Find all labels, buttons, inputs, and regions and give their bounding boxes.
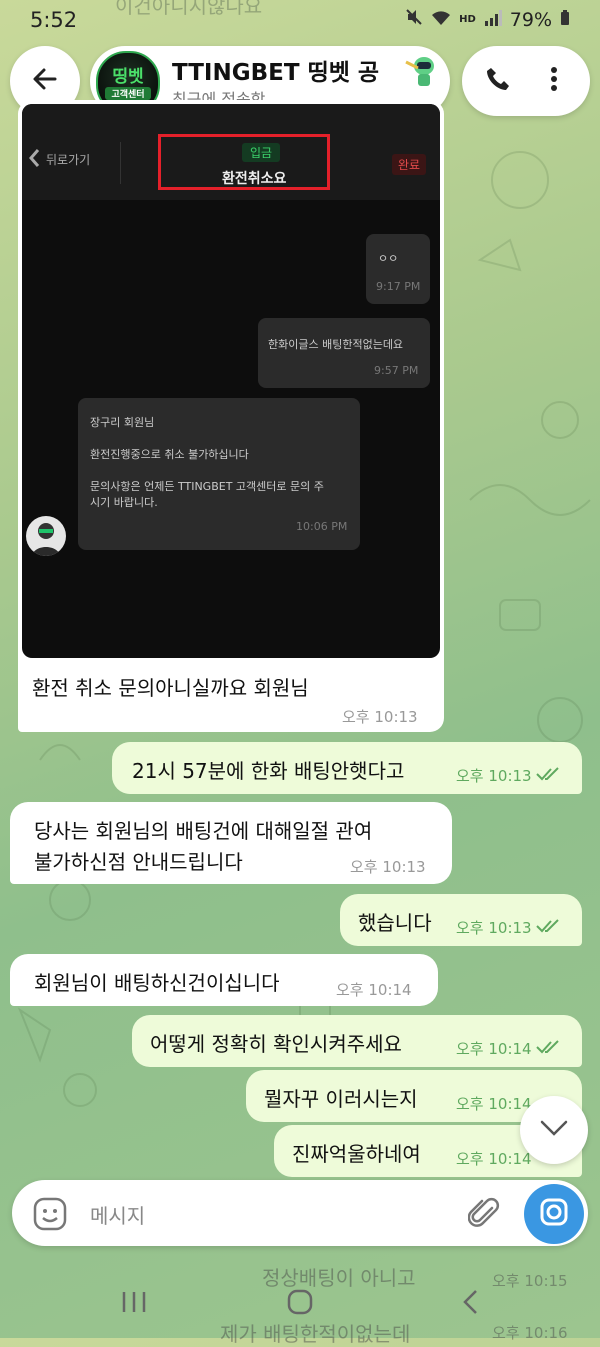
message-time: 오후 10:14 bbox=[456, 1040, 532, 1058]
message-input[interactable]: 메시지 bbox=[90, 1200, 145, 1229]
message-time: 오후 10:13 bbox=[342, 708, 418, 726]
outgoing-message[interactable]: 어떻게 정확히 확인시켜주세요 오후 10:14 bbox=[132, 1015, 582, 1067]
screenshot-bubble-3: 장구리 회원님 환전진행중으로 취소 불가하십니다 문의사항은 언제든 TTIN… bbox=[78, 398, 360, 550]
signal-icon bbox=[484, 9, 502, 31]
incoming-image-message[interactable]: 뒤로가기 입금 환전취소요 완료 ㅇㅇ 9:17 PM 한화이글스 배팅한적없는… bbox=[18, 100, 444, 732]
message-text: 뭘자꾸 이러시는지 bbox=[264, 1087, 418, 1111]
screenshot-bubble-2-time: 9:57 PM bbox=[374, 364, 419, 377]
system-nav-bar bbox=[0, 1280, 600, 1338]
avatar-logo-text: 띵벳 bbox=[112, 67, 144, 87]
outgoing-message[interactable]: 했습니다 오후 10:13 bbox=[340, 894, 582, 946]
more-vertical-icon bbox=[550, 66, 558, 96]
incoming-message[interactable]: 회원님이 배팅하신건이십니다 오후 10:14 bbox=[10, 954, 438, 1006]
message-meta: 오후 10:14 bbox=[456, 1038, 560, 1059]
message-text: 했습니다 bbox=[358, 911, 432, 935]
screenshot-bubble-3-time: 10:06 PM bbox=[296, 520, 348, 533]
screenshot-bubble-2: 한화이글스 배팅한적없는데요 9:57 PM bbox=[258, 318, 430, 388]
message-time: 오후 10:13 bbox=[456, 767, 532, 785]
screenshot-status-badge: 완료 bbox=[392, 154, 427, 175]
message-meta: 오후 10:13 bbox=[456, 917, 560, 938]
arrow-left-icon bbox=[31, 65, 59, 97]
sticker-icon[interactable] bbox=[32, 1196, 68, 1236]
screenshot-bubble-3-line1: 장구리 회원님 bbox=[90, 416, 155, 429]
outgoing-message[interactable]: 21시 57분에 한화 배팅안햇다고 오후 10:13 bbox=[112, 742, 582, 794]
message-time: 오후 10:13 bbox=[350, 858, 426, 876]
phone-icon bbox=[485, 66, 511, 96]
status-icons: HD 79% bbox=[405, 8, 570, 31]
home-icon[interactable] bbox=[286, 1288, 314, 1320]
recent-apps-icon[interactable] bbox=[120, 1290, 148, 1318]
chevron-down-icon bbox=[540, 1120, 568, 1140]
double-check-icon bbox=[535, 918, 560, 937]
avatar-logo-subtext: 고객센터 bbox=[105, 87, 151, 100]
message-text: 21시 57분에 한화 배팅안햇다고 bbox=[132, 759, 405, 783]
message-text: 진짜억울하네여 bbox=[292, 1142, 421, 1166]
message-input-bar: 메시지 bbox=[12, 1180, 588, 1246]
status-bar: 이건아니지않나요 5:52 HD 79% bbox=[0, 0, 600, 40]
message-meta: 오후 10:14 bbox=[456, 1093, 532, 1114]
screenshot-divider bbox=[120, 142, 121, 184]
wifi-icon bbox=[431, 9, 451, 31]
chevron-left-icon bbox=[28, 148, 40, 171]
screenshot-back-label: 뒤로가기 bbox=[28, 148, 90, 171]
message-time: 오후 10:14 bbox=[456, 1095, 532, 1113]
paperclip-icon[interactable] bbox=[467, 1196, 500, 1234]
incoming-message[interactable]: 당사는 회원님의 배팅건에 대해일절 관여 불가하신점 안내드립니다 오후 10… bbox=[10, 802, 452, 884]
screenshot-header: 뒤로가기 입금 환전취소요 완료 bbox=[22, 104, 440, 200]
message-text: 어떻게 정확히 확인시켜주세요 bbox=[150, 1032, 402, 1056]
message-time: 오후 10:14 bbox=[456, 1150, 532, 1168]
battery-icon bbox=[560, 9, 570, 31]
camera-icon bbox=[539, 1197, 569, 1231]
message-text: 환전 취소 문의아니실까요 회원님 bbox=[32, 676, 309, 700]
screenshot-title: 환전취소요 bbox=[222, 171, 287, 187]
chat-title: TTINGBET 띵벳 공 bbox=[172, 60, 380, 86]
message-time: 오후 10:14 bbox=[336, 981, 412, 999]
header-actions bbox=[462, 46, 590, 116]
screenshot-bubble-1-text: ㅇㅇ bbox=[378, 252, 399, 265]
more-options-button[interactable] bbox=[532, 59, 576, 103]
screenshot-deposit-tag: 입금 bbox=[242, 143, 281, 162]
battery-text: 79% bbox=[509, 8, 552, 31]
message-meta: 오후 10:13 bbox=[456, 765, 560, 786]
mute-icon bbox=[405, 8, 423, 31]
robot-emoji-icon bbox=[402, 54, 442, 94]
message-meta: 오후 10:14 bbox=[456, 1148, 532, 1169]
screenshot-bubble-3-line3: 문의사항은 언제든 TTINGBET 고객센터로 문의 주 bbox=[90, 480, 324, 493]
ghost-message-text: 이건아니지않나요 bbox=[115, 0, 263, 18]
message-text: 회원님이 배팅하신건이십니다 bbox=[34, 971, 280, 995]
screenshot-bubble-2-text: 한화이글스 배팅한적없는데요 bbox=[268, 338, 404, 351]
screenshot-agent-avatar bbox=[26, 516, 66, 556]
screenshot-bubble-3-line4: 시기 바랍니다. bbox=[90, 496, 158, 509]
back-nav-icon[interactable] bbox=[460, 1288, 480, 1320]
message-text-line1: 당사는 회원님의 배팅건에 대해일절 관여 bbox=[34, 819, 373, 843]
hd-label: HD bbox=[459, 14, 476, 25]
screenshot-bubble-1: ㅇㅇ 9:17 PM bbox=[366, 234, 430, 304]
call-button[interactable] bbox=[476, 59, 520, 103]
screenshot-back-text: 뒤로가기 bbox=[46, 153, 91, 167]
screenshot-bubble-1-time: 9:17 PM bbox=[376, 280, 421, 293]
message-text-line2: 불가하신점 안내드립니다 bbox=[34, 850, 243, 874]
double-check-icon bbox=[535, 766, 560, 785]
camera-button[interactable] bbox=[524, 1184, 584, 1244]
attached-screenshot-image[interactable]: 뒤로가기 입금 환전취소요 완료 ㅇㅇ 9:17 PM 한화이글스 배팅한적없는… bbox=[22, 104, 440, 658]
status-time: 5:52 bbox=[30, 8, 78, 32]
double-check-icon bbox=[535, 1039, 560, 1058]
message-time: 오후 10:13 bbox=[456, 919, 532, 937]
screenshot-bubble-3-line2: 환전진행중으로 취소 불가하십니다 bbox=[90, 448, 249, 461]
scroll-to-bottom-button[interactable] bbox=[520, 1096, 588, 1164]
